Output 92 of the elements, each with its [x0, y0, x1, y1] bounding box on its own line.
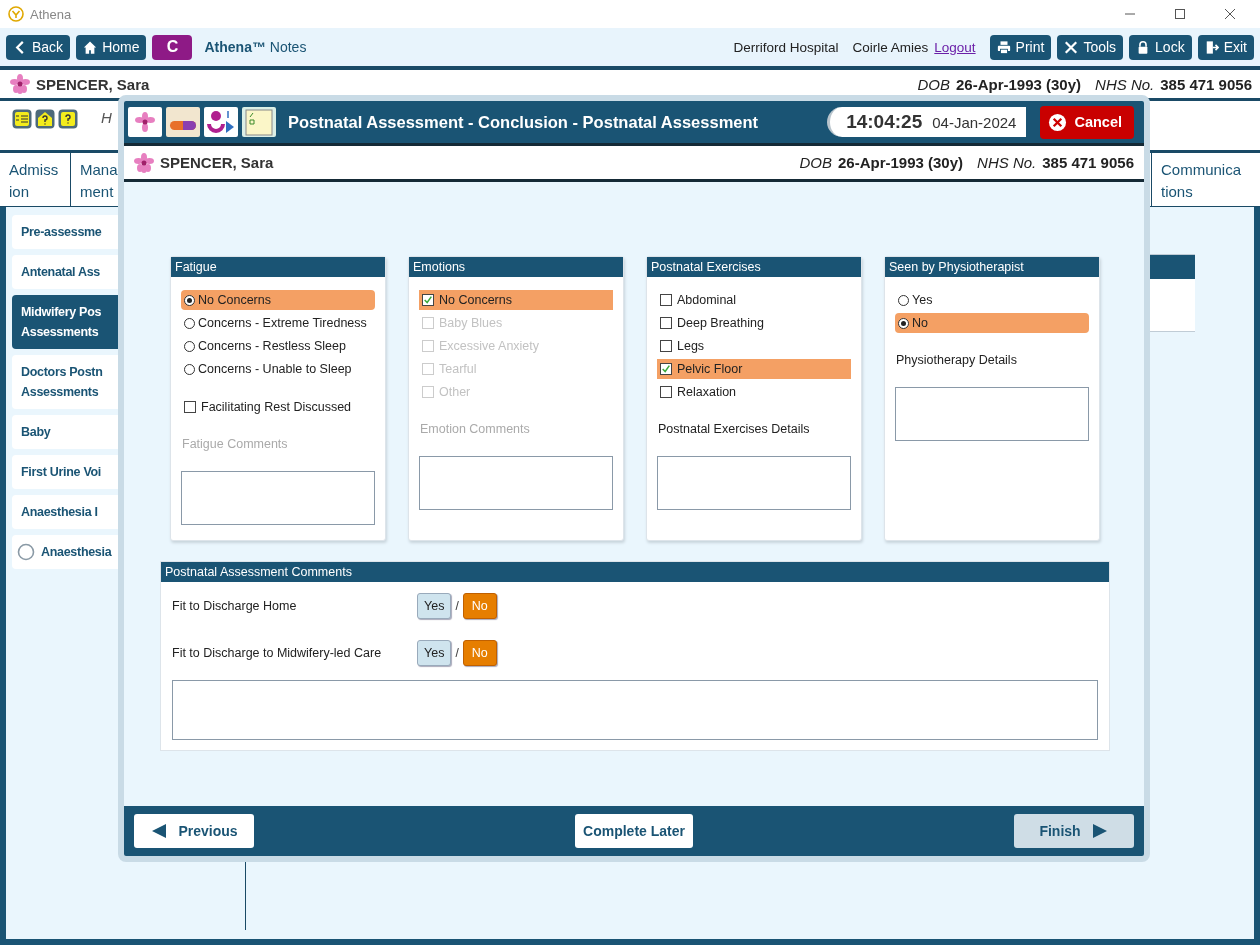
dob-label: DOB [917, 75, 950, 93]
toggle-button[interactable]: Yes [417, 592, 452, 619]
radio-option[interactable]: Concerns - Restless Sleep [181, 336, 375, 356]
help-list-icon[interactable] [12, 109, 32, 129]
app-name: Athena™ Notes [204, 39, 307, 55]
flower-icon [134, 152, 154, 173]
nhs-label: NHS No. [1095, 75, 1155, 93]
flower-icon [10, 74, 30, 94]
card-header: Emotions [409, 257, 623, 277]
left-triangle-icon [150, 823, 169, 839]
card-header: Postnatal Exercises [647, 257, 861, 277]
hospital-name: Derriford Hospital [733, 39, 839, 55]
radio-option[interactable]: Yes [895, 290, 1089, 310]
radio-option[interactable]: Concerns - Extreme Tiredness [181, 313, 375, 333]
maximize-icon[interactable] [1174, 8, 1186, 20]
details-label: Physiotherapy Details [896, 353, 1018, 367]
patient-name: SPENCER, Sara [36, 75, 150, 93]
sidebar-item-label: Anaesthesia I [21, 504, 98, 521]
logout-link[interactable]: Logout [934, 39, 976, 55]
tab[interactable]: Admiss ion [0, 153, 71, 206]
complete-later-button[interactable]: Complete Later [575, 814, 693, 848]
printer-icon [996, 39, 1011, 55]
exit-door-icon [1204, 39, 1219, 55]
card-header: Fatigue [171, 257, 385, 277]
sidebar-item-label: Pre-assessme [21, 224, 102, 241]
dob-value: 26-Apr-1993 (30y) [838, 154, 964, 171]
sidebar-item-label: Midwifery Pos Assessments [21, 304, 102, 341]
nhs-value: 385 471 9056 [1160, 75, 1252, 93]
person-play-icon[interactable] [204, 107, 238, 137]
lock-button[interactable]: Lock [1129, 34, 1192, 60]
details-field[interactable] [657, 456, 851, 510]
checkbox-option[interactable]: Facilitating Rest Discussed [181, 397, 375, 417]
checkmark-icon [661, 364, 671, 374]
status-circle-icon [17, 543, 35, 561]
radio-option[interactable]: Concerns - Unable to Sleep [181, 359, 375, 379]
print-button[interactable]: Print [989, 34, 1052, 60]
sidebar-item-label: Antenatal Ass [21, 264, 100, 281]
tools-icon [1064, 39, 1079, 55]
exit-button[interactable]: Exit [1197, 34, 1254, 60]
flower-icon[interactable] [128, 107, 162, 137]
toggle-button[interactable]: Yes [417, 639, 452, 666]
checkbox-option[interactable]: Relaxation [657, 382, 851, 402]
details-label: Emotion Comments [420, 422, 531, 436]
card-header: Seen by Physiotherapist [885, 257, 1099, 277]
dob-value: 26-Apr-1993 (30y) [956, 75, 1082, 93]
checkbox-option[interactable]: Abdominal [657, 290, 851, 310]
nhs-label: NHS No. [977, 154, 1037, 171]
section-heading: H [101, 109, 112, 126]
details-field[interactable] [181, 471, 375, 525]
help-icon[interactable] [58, 109, 78, 129]
window-title: Athena [30, 6, 72, 22]
back-button[interactable]: Back [6, 34, 71, 60]
tools-button[interactable]: Tools [1057, 34, 1124, 60]
sidebar-item-label: Anaesthesia [41, 544, 112, 561]
previous-button[interactable]: Previous [134, 814, 254, 848]
radio-option[interactable]: No [895, 313, 1089, 333]
separator: / [455, 598, 459, 613]
checkmark-icon [423, 295, 433, 305]
close-icon[interactable] [1224, 8, 1236, 20]
separator: / [455, 645, 459, 660]
checkbox-option[interactable]: Pelvic Floor [657, 359, 851, 379]
question-label: Fit to Discharge Home [172, 598, 298, 613]
house-icon [83, 39, 98, 55]
cancel-button[interactable]: Cancel [1040, 105, 1134, 139]
pill-icon[interactable] [166, 107, 200, 137]
help-home-icon[interactable] [35, 109, 55, 129]
dob-label: DOB [799, 154, 832, 171]
question-label: Fit to Discharge to Midwifery-led Care [172, 645, 383, 660]
close-circle-icon [1048, 112, 1068, 132]
details-label: Fatigue Comments [182, 437, 289, 451]
patient-name: SPENCER, Sara [160, 154, 274, 171]
comments-field[interactable] [172, 680, 1098, 740]
sidebar-item-label: First Urine Voi [21, 464, 101, 481]
home-button[interactable]: Home [76, 34, 147, 60]
c-button[interactable]: C [152, 34, 193, 60]
dialog-title: Postnatal Assessment - Conclusion - Postnatal Assessment [288, 112, 759, 132]
app-logo-icon [8, 6, 24, 22]
sidebar-item-label: Baby [21, 424, 51, 441]
checkbox-option[interactable]: Deep Breathing [657, 313, 851, 333]
right-triangle-icon [1090, 823, 1109, 839]
panel-header: Postnatal Assessment Comments [161, 562, 1109, 582]
details-label: Postnatal Exercises Details [658, 422, 811, 436]
details-field[interactable] [419, 456, 613, 510]
date-time-display: 14:04:25 04-Jan-2024 [827, 107, 1027, 137]
nhs-value: 385 471 9056 [1042, 154, 1134, 171]
tab[interactable]: Communica tions [1151, 153, 1260, 206]
sidebar-item-label: Doctors Postn Assessments [21, 364, 103, 401]
radio-option[interactable]: No Concerns [181, 290, 375, 310]
user-name: Coirle Amies [852, 39, 929, 55]
checkbox-option[interactable]: Legs [657, 336, 851, 356]
checkbox-option[interactable]: No Concerns [419, 290, 613, 310]
details-field[interactable] [895, 387, 1089, 441]
